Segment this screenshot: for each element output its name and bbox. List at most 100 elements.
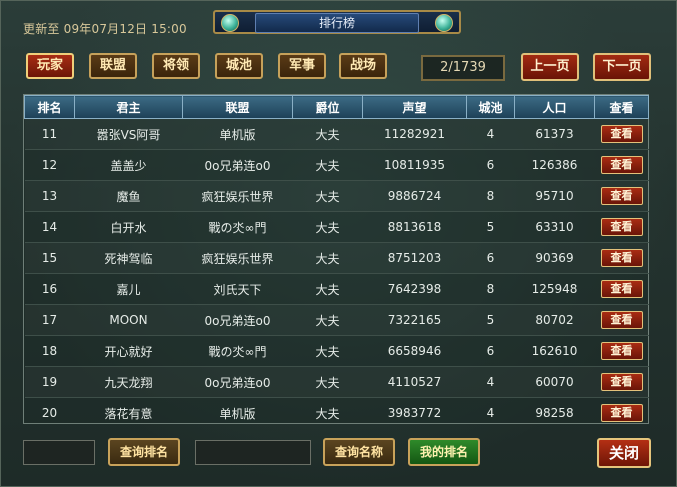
title-cell: 大夫 bbox=[292, 397, 363, 428]
rank-cell: 12 bbox=[24, 149, 75, 181]
rank-cell: 18 bbox=[24, 335, 75, 367]
population-cell: 90369 bbox=[514, 242, 595, 274]
table-row: 13 魔鱼 疯狂娱乐世界 大夫 9886724 8 95710 查看 bbox=[24, 180, 649, 212]
table-row: 14 白开水 戰の氼∞門 大夫 8813618 5 63310 查看 bbox=[24, 211, 649, 243]
lord-cell: 魔鱼 bbox=[74, 180, 183, 212]
lord-cell: 死神驾临 bbox=[74, 242, 183, 274]
tab-battlefield[interactable]: 战场 bbox=[339, 53, 387, 79]
name-search-input[interactable] bbox=[195, 440, 311, 465]
lord-cell: MOON bbox=[74, 304, 183, 336]
table-row: 20 落花有意 单机版 大夫 3983772 4 98258 查看 bbox=[24, 397, 649, 428]
view-cell: 查看 bbox=[594, 366, 649, 398]
search-name-button[interactable]: 查询名称 bbox=[323, 438, 395, 466]
alliance-cell: 单机版 bbox=[182, 118, 293, 150]
alliance-cell: 单机版 bbox=[182, 397, 293, 428]
next-page-button[interactable]: 下一页 bbox=[593, 53, 651, 81]
alliance-cell: 戰の氼∞門 bbox=[182, 211, 293, 243]
view-button[interactable]: 查看 bbox=[600, 311, 643, 329]
prestige-cell: 11282921 bbox=[362, 118, 467, 150]
rank-search-input[interactable] bbox=[23, 440, 95, 465]
prestige-cell: 10811935 bbox=[362, 149, 467, 181]
ranking-table: 排名 君主 联盟 爵位 声望 城池 人口 查看 11 嚣张VS阿哥 单机版 大夫 112… bbox=[23, 94, 649, 428]
title-cell: 大夫 bbox=[292, 118, 363, 150]
cities-cell: 6 bbox=[466, 242, 515, 274]
rank-cell: 17 bbox=[24, 304, 75, 336]
column-header: 查看 bbox=[594, 95, 649, 119]
alliance-cell: 疯狂娱乐世界 bbox=[182, 180, 293, 212]
cities-cell: 4 bbox=[466, 366, 515, 398]
title-cell: 大夫 bbox=[292, 335, 363, 367]
alliance-cell: 0o兄弟连o0 bbox=[182, 366, 293, 398]
lord-cell: 嘉儿 bbox=[74, 273, 183, 305]
view-cell: 查看 bbox=[594, 273, 649, 305]
view-button[interactable]: 查看 bbox=[600, 373, 643, 391]
alliance-cell: 0o兄弟连o0 bbox=[182, 149, 293, 181]
population-cell: 98258 bbox=[514, 397, 595, 428]
title-cell: 大夫 bbox=[292, 242, 363, 274]
view-button[interactable]: 查看 bbox=[600, 404, 643, 422]
tab-general[interactable]: 将领 bbox=[152, 53, 200, 79]
table-row: 16 嘉儿 刘氏天下 大夫 7642398 8 125948 查看 bbox=[24, 273, 649, 305]
rank-cell: 13 bbox=[24, 180, 75, 212]
view-cell: 查看 bbox=[594, 149, 649, 181]
alliance-cell: 刘氏天下 bbox=[182, 273, 293, 305]
alliance-cell: 疯狂娱乐世界 bbox=[182, 242, 293, 274]
lord-cell: 盖盖少 bbox=[74, 149, 183, 181]
alliance-cell: 戰の氼∞門 bbox=[182, 335, 293, 367]
view-button[interactable]: 查看 bbox=[600, 125, 643, 143]
view-button[interactable]: 查看 bbox=[600, 249, 643, 267]
view-cell: 查看 bbox=[594, 180, 649, 212]
cities-cell: 5 bbox=[466, 211, 515, 243]
population-cell: 126386 bbox=[514, 149, 595, 181]
rank-cell: 15 bbox=[24, 242, 75, 274]
population-cell: 95710 bbox=[514, 180, 595, 212]
title-bar: 排行榜 bbox=[213, 10, 461, 34]
table-row: 15 死神驾临 疯狂娱乐世界 大夫 8751203 6 90369 查看 bbox=[24, 242, 649, 274]
column-header: 人口 bbox=[514, 95, 595, 119]
column-header: 城池 bbox=[466, 95, 515, 119]
cities-cell: 8 bbox=[466, 180, 515, 212]
population-cell: 60070 bbox=[514, 366, 595, 398]
lord-cell: 白开水 bbox=[74, 211, 183, 243]
jade-orb-icon bbox=[221, 14, 239, 32]
leaderboard-panel: 更新至 09年07月12日 15:00 排行榜 玩家 联盟 将领 城池 军事 战… bbox=[0, 0, 677, 487]
population-cell: 162610 bbox=[514, 335, 595, 367]
view-cell: 查看 bbox=[594, 335, 649, 367]
view-cell: 查看 bbox=[594, 211, 649, 243]
lord-cell: 开心就好 bbox=[74, 335, 183, 367]
close-button[interactable]: 关闭 bbox=[597, 438, 651, 468]
column-header: 联盟 bbox=[182, 95, 293, 119]
jade-orb-icon bbox=[435, 14, 453, 32]
table-row: 12 盖盖少 0o兄弟连o0 大夫 10811935 6 126386 查看 bbox=[24, 149, 649, 181]
view-button[interactable]: 查看 bbox=[600, 342, 643, 360]
population-cell: 63310 bbox=[514, 211, 595, 243]
table-row: 17 MOON 0o兄弟连o0 大夫 7322165 5 80702 查看 bbox=[24, 304, 649, 336]
prestige-cell: 6658946 bbox=[362, 335, 467, 367]
prestige-cell: 7642398 bbox=[362, 273, 467, 305]
title-cell: 大夫 bbox=[292, 211, 363, 243]
prestige-cell: 8813618 bbox=[362, 211, 467, 243]
tab-military[interactable]: 军事 bbox=[278, 53, 326, 79]
prev-page-button[interactable]: 上一页 bbox=[521, 53, 579, 81]
view-button[interactable]: 查看 bbox=[600, 187, 643, 205]
prestige-cell: 7322165 bbox=[362, 304, 467, 336]
tab-city[interactable]: 城池 bbox=[215, 53, 263, 79]
prestige-cell: 9886724 bbox=[362, 180, 467, 212]
population-cell: 61373 bbox=[514, 118, 595, 150]
title-cell: 大夫 bbox=[292, 180, 363, 212]
view-button[interactable]: 查看 bbox=[600, 218, 643, 236]
search-rank-button[interactable]: 查询排名 bbox=[108, 438, 180, 466]
table-row: 11 嚣张VS阿哥 单机版 大夫 11282921 4 61373 查看 bbox=[24, 118, 649, 150]
tab-alliance[interactable]: 联盟 bbox=[89, 53, 137, 79]
rank-cell: 20 bbox=[24, 397, 75, 428]
table-row: 19 九天龙翔 0o兄弟连o0 大夫 4110527 4 60070 查看 bbox=[24, 366, 649, 398]
rank-cell: 14 bbox=[24, 211, 75, 243]
page-indicator: 2/1739 bbox=[421, 55, 505, 81]
my-rank-button[interactable]: 我的排名 bbox=[408, 438, 480, 466]
tab-player[interactable]: 玩家 bbox=[26, 53, 74, 79]
title-cell: 大夫 bbox=[292, 366, 363, 398]
view-button[interactable]: 查看 bbox=[600, 156, 643, 174]
update-timestamp: 更新至 09年07月12日 15:00 bbox=[23, 22, 187, 36]
view-button[interactable]: 查看 bbox=[600, 280, 643, 298]
column-header: 排名 bbox=[24, 95, 75, 119]
